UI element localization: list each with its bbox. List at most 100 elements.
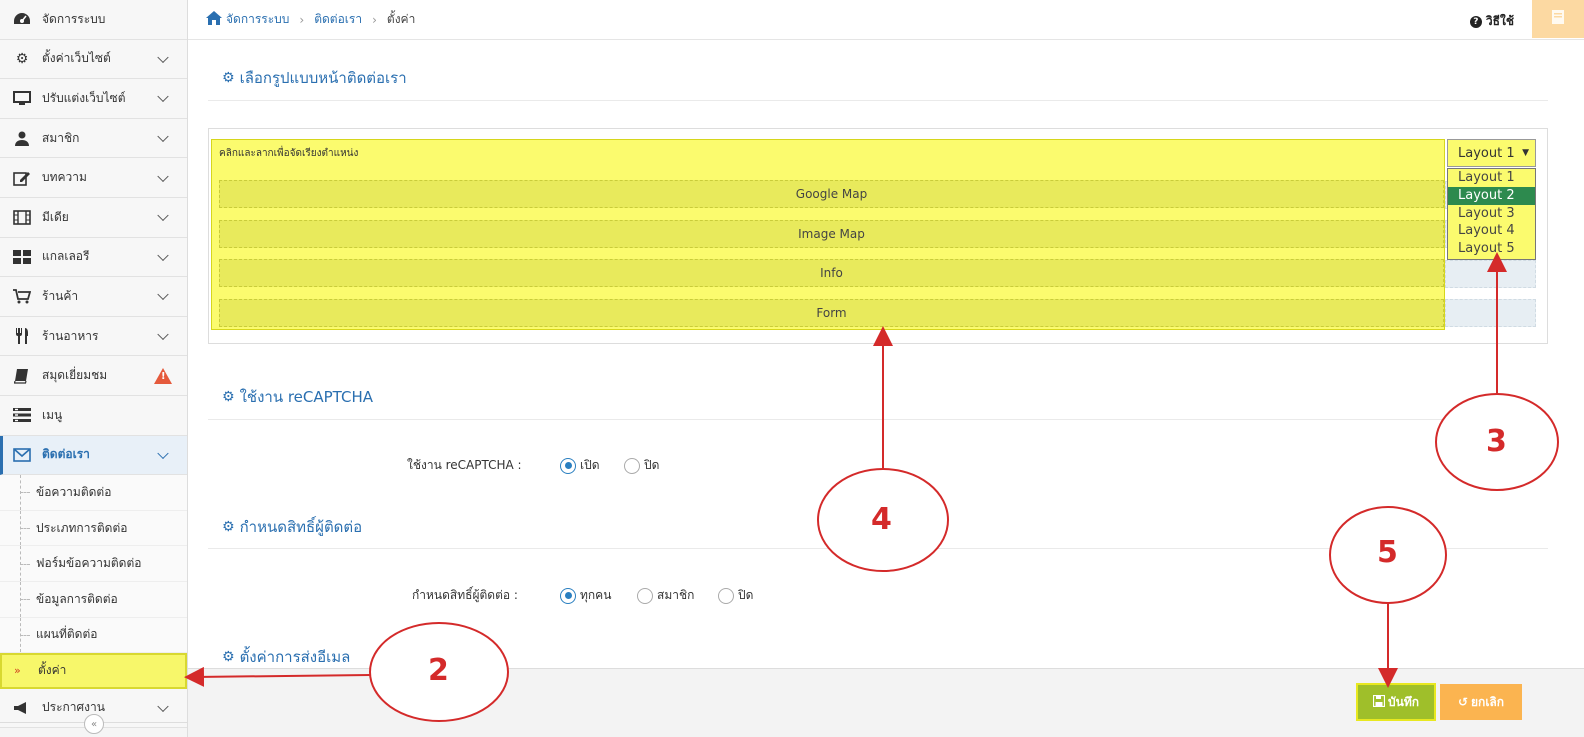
sidebar-subitem-label: ตั้งค่า: [38, 663, 67, 678]
megaphone-icon: [12, 700, 32, 716]
sidebar-item-label: แกลเลอรี: [42, 249, 90, 264]
dashboard-icon: [12, 11, 32, 27]
sidebar-subitem-contact-info[interactable]: ข้อมูลการติดต่อ: [0, 581, 187, 618]
annotation-number: 5: [1377, 535, 1398, 570]
sidebar-item-restaurant[interactable]: ร้านอาหาร: [0, 316, 187, 357]
sidebar-subitem-label: ข้อความติดต่อ: [36, 484, 112, 499]
sidebar-subitem-contact-form[interactable]: ฟอร์มข้อความติดต่อ: [0, 546, 187, 582]
permission-everyone-radio[interactable]: ทุกคน: [560, 586, 611, 605]
user-icon: [12, 130, 32, 146]
layout-option[interactable]: Layout 3: [1448, 205, 1535, 223]
cart-icon: [12, 288, 32, 304]
sidebar-subitem-contact-map[interactable]: แผนที่ติดต่อ: [0, 617, 187, 654]
sidebar-subitem-label: ฟอร์มข้อความติดต่อ: [36, 556, 142, 571]
sidebar-item-dashboard[interactable]: จัดการระบบ: [0, 0, 187, 40]
sidebar-item-label: ร้านอาหาร: [42, 328, 99, 343]
sortable-row-form[interactable]: Form: [219, 299, 1444, 327]
gear-icon: ⚙: [222, 70, 235, 86]
sidebar-subitem-settings[interactable]: » ตั้งค่า: [0, 653, 187, 689]
undo-icon: ↺: [1457, 695, 1469, 709]
sidebar-item-guestbook[interactable]: สมุดเยี่ยมชม: [0, 356, 187, 396]
sidebar-subitem-contact-types[interactable]: ประเภทการติดต่อ: [0, 510, 187, 547]
guide-book-button[interactable]: [1532, 0, 1584, 38]
recaptcha-on-radio[interactable]: เปิด: [560, 456, 600, 475]
envelope-icon: [12, 447, 32, 463]
sidebar-item-media[interactable]: มีเดีย: [0, 197, 187, 238]
film-icon: [12, 209, 32, 225]
permission-section-title: ⚙ กำหนดสิทธิ์ผู้ติดต่อ: [222, 518, 363, 536]
help-label: วิธีใช้: [1485, 14, 1514, 28]
sidebar-item-label: จัดการระบบ: [42, 11, 106, 26]
divider: [208, 419, 1548, 420]
edit-icon: [12, 170, 32, 186]
permission-off-radio[interactable]: ปิด: [718, 586, 753, 605]
recaptcha-section-title: ⚙ ใช้งาน reCAPTCHA: [222, 388, 373, 406]
sidebar-item-shop[interactable]: ร้านค้า: [0, 277, 187, 317]
sidebar-item-label: เมนู: [42, 407, 63, 422]
layout-option[interactable]: Layout 5: [1448, 240, 1535, 258]
permission-label: กำหนดสิทธิ์ผู้ติดต่อ :: [412, 588, 518, 602]
sidebar: จัดการระบบ ⚙ ตั้งค่าเว็บไซต์ ปรับแต่งเว็…: [0, 0, 188, 737]
annotation-number: 3: [1486, 424, 1507, 459]
divider: [208, 548, 1548, 549]
sidebar-item-website-settings[interactable]: ⚙ ตั้งค่าเว็บไซต์: [0, 39, 187, 80]
radio-checked-icon: [560, 457, 576, 474]
annotation-number: 4: [871, 502, 892, 537]
breadcrumb-current: ตั้งค่า: [386, 12, 416, 26]
sidebar-item-members[interactable]: สมาชิก: [0, 118, 187, 159]
layout-section-title: ⚙ เลือกรูปแบบหน้าติดต่อเรา: [222, 69, 407, 87]
chevron-down-icon: [157, 249, 169, 261]
double-chevron-right-icon: »: [14, 664, 21, 678]
sidebar-item-label: บทความ: [42, 170, 87, 185]
home-icon: [206, 10, 222, 29]
save-button[interactable]: บันทึก: [1356, 683, 1436, 721]
gear-icon: ⚙: [222, 389, 235, 405]
collapse-sidebar-icon[interactable]: «: [84, 714, 104, 734]
topbar: จัดการระบบ › ติดต่อเรา › ตั้งค่า ? วิธีใ…: [188, 0, 1584, 40]
sidebar-item-label: ติดต่อเรา: [42, 447, 90, 462]
sidebar-item-label: ตั้งค่าเว็บไซต์: [42, 51, 111, 66]
sidebar-item-articles[interactable]: บทความ: [0, 158, 187, 198]
gear-icon: ⚙: [15, 50, 29, 67]
divider: [208, 100, 1548, 101]
chevron-down-icon: [157, 51, 169, 63]
sidebar-item-label: ปรับแต่งเว็บไซต์: [42, 90, 126, 105]
drag-hint: คลิกและลากเพื่อจัดเรียงตำแหน่ง: [219, 148, 359, 159]
caret-down-icon: ▼: [1522, 148, 1529, 158]
layout-option[interactable]: Layout 4: [1448, 222, 1535, 240]
layout-placeholder-row: [1445, 299, 1536, 327]
layout-dropdown: Layout 1 Layout 2 Layout 3 Layout 4 Layo…: [1447, 168, 1536, 260]
annotation-overlay: [184, 252, 1559, 722]
sortable-row-google-map[interactable]: Google Map: [219, 180, 1444, 208]
layout-select[interactable]: Layout 1 ▼: [1447, 139, 1536, 167]
chevron-down-icon: [157, 289, 169, 301]
cancel-button[interactable]: ↺ ยกเลิก: [1440, 684, 1522, 720]
sidebar-subitem-label: ประเภทการติดต่อ: [36, 520, 128, 535]
chevron-down-icon: [157, 130, 169, 143]
utensils-icon: [12, 328, 32, 345]
book-icon: [1549, 9, 1567, 30]
sidebar-item-contact[interactable]: ติดต่อเรา: [0, 435, 187, 476]
help-link[interactable]: ? วิธีใช้: [1469, 12, 1514, 31]
recaptcha-off-radio[interactable]: ปิด: [624, 456, 659, 475]
grid-icon: [12, 249, 32, 265]
menu-icon: [12, 407, 32, 423]
layout-option[interactable]: Layout 1: [1448, 169, 1535, 187]
chevron-down-icon: [157, 170, 169, 182]
annotation-number: 2: [428, 653, 449, 688]
chevron-down-icon: [157, 700, 169, 713]
sidebar-item-gallery[interactable]: แกลเลอรี: [0, 237, 187, 278]
sidebar-subitem-label: แผนที่ติดต่อ: [36, 627, 98, 642]
sortable-row-image-map[interactable]: Image Map: [219, 220, 1444, 248]
radio-unchecked-icon: [624, 457, 640, 474]
chevron-down-icon: [157, 328, 169, 341]
sidebar-item-customize[interactable]: ปรับแต่งเว็บไซต์: [0, 79, 187, 119]
sidebar-item-label: สมาชิก: [42, 130, 80, 145]
permission-members-radio[interactable]: สมาชิก: [637, 586, 694, 605]
sidebar-subitem-messages[interactable]: ข้อความติดต่อ: [0, 475, 187, 511]
sidebar-item-menu[interactable]: เมนู: [0, 395, 187, 436]
breadcrumb-contact-link[interactable]: ติดต่อเรา: [314, 10, 362, 29]
breadcrumb-home-link[interactable]: จัดการระบบ: [226, 10, 289, 29]
layout-option-selected[interactable]: Layout 2: [1448, 186, 1535, 205]
sortable-row-info[interactable]: Info: [219, 259, 1444, 287]
